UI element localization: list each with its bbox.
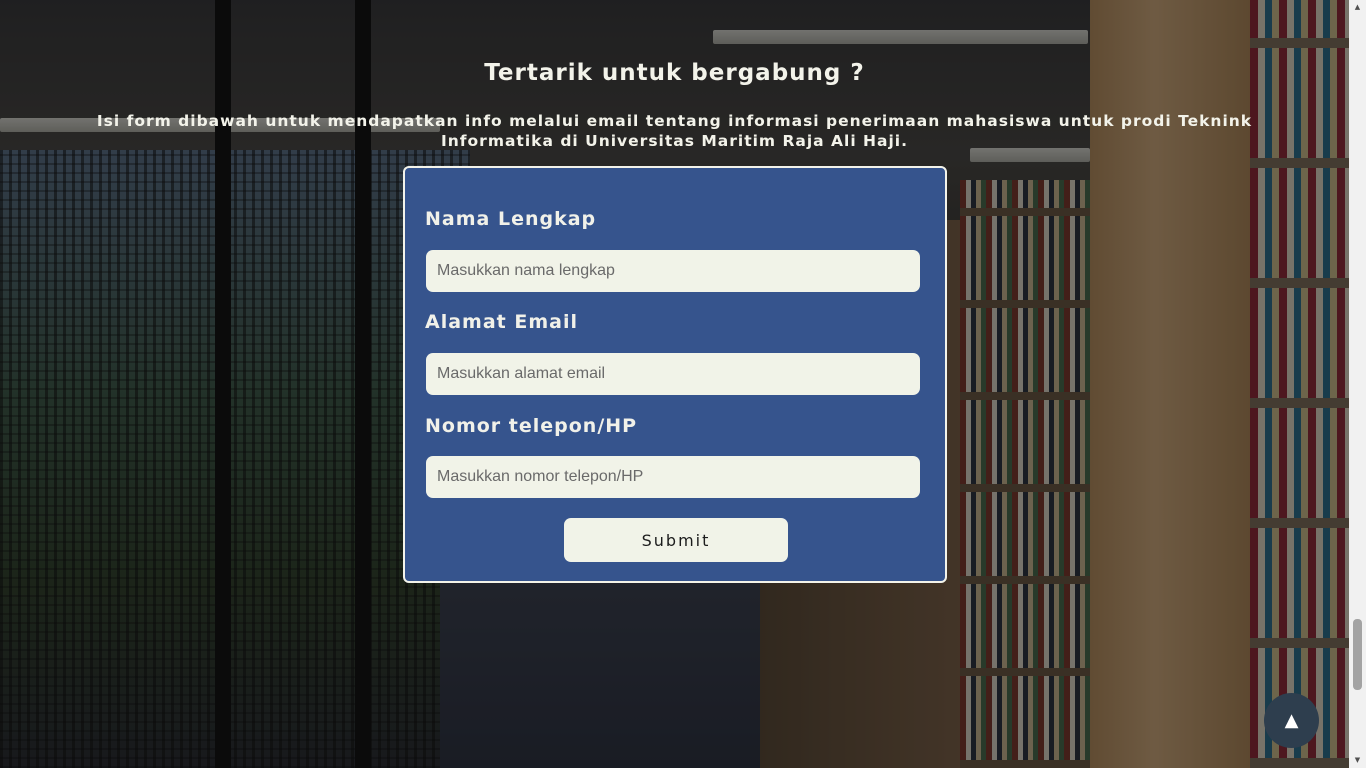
page: Tertarik untuk bergabung ? Isi form diba…: [0, 0, 1366, 768]
phone-input[interactable]: [426, 456, 920, 498]
scroll-up-arrow-icon[interactable]: ▲: [1349, 0, 1366, 15]
email-label: Alamat Email: [425, 311, 578, 333]
name-label: Nama Lengkap: [425, 208, 597, 230]
signup-form: Nama Lengkap Alamat Email Nomor telepon/…: [403, 166, 947, 583]
section-description: Isi form dibawah untuk mendapatkan info …: [96, 112, 1253, 150]
page-scrollbar[interactable]: ▲ ▼: [1349, 0, 1366, 768]
back-to-top-button[interactable]: ▲: [1264, 693, 1319, 748]
scrollbar-thumb[interactable]: [1353, 619, 1362, 690]
name-input[interactable]: [426, 250, 920, 292]
email-input[interactable]: [426, 353, 920, 395]
submit-button[interactable]: Submit: [564, 518, 788, 562]
scroll-down-arrow-icon[interactable]: ▼: [1349, 753, 1366, 768]
phone-label: Nomor telepon/HP: [425, 415, 638, 437]
arrow-up-icon: ▲: [1284, 710, 1299, 731]
section-title: Tertarik untuk bergabung ?: [484, 60, 865, 86]
